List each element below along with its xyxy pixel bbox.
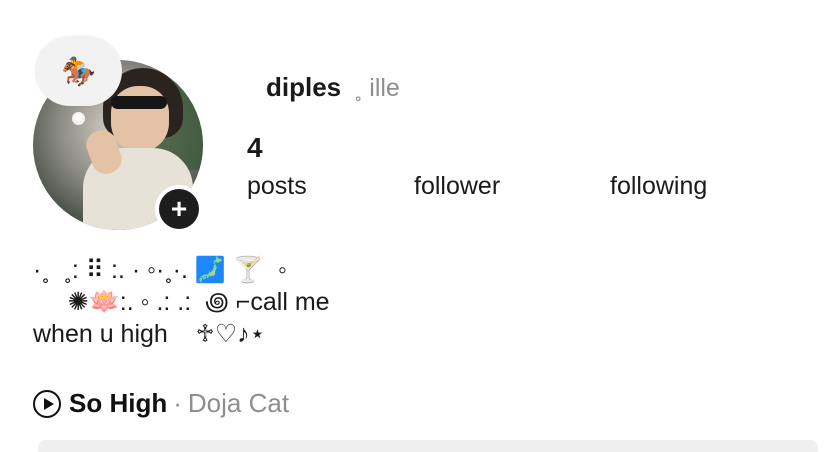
following-label[interactable]: following	[610, 172, 707, 201]
note-bubble[interactable]: 🏇	[35, 36, 122, 106]
username: diples	[266, 72, 342, 102]
music-separator: ·	[173, 388, 182, 418]
song-title: So High	[69, 388, 168, 418]
artist-name: Doja Cat	[187, 388, 290, 418]
posts-label[interactable]: posts	[247, 172, 307, 201]
bottom-card-edge	[38, 440, 818, 452]
username-suffix: ˳ ille	[354, 74, 400, 102]
note-bubble-tail-inner	[75, 114, 82, 121]
add-story-button[interactable]: +	[155, 185, 203, 233]
followers-label[interactable]: follower	[414, 172, 500, 201]
posts-count[interactable]: 4	[247, 132, 263, 164]
play-circle-icon[interactable]	[33, 389, 61, 418]
profile-music[interactable]: So High · Doja Cat	[33, 388, 289, 419]
horse-racing-icon: 🏇	[61, 55, 96, 87]
profile-bio: ·˳ ˳: ⠿ :. · ◦·˳·. 🗾 🍸 ◦ ✺🪷:. ◦ .: .: ꩜ …	[33, 256, 330, 348]
plus-icon: +	[159, 189, 199, 229]
